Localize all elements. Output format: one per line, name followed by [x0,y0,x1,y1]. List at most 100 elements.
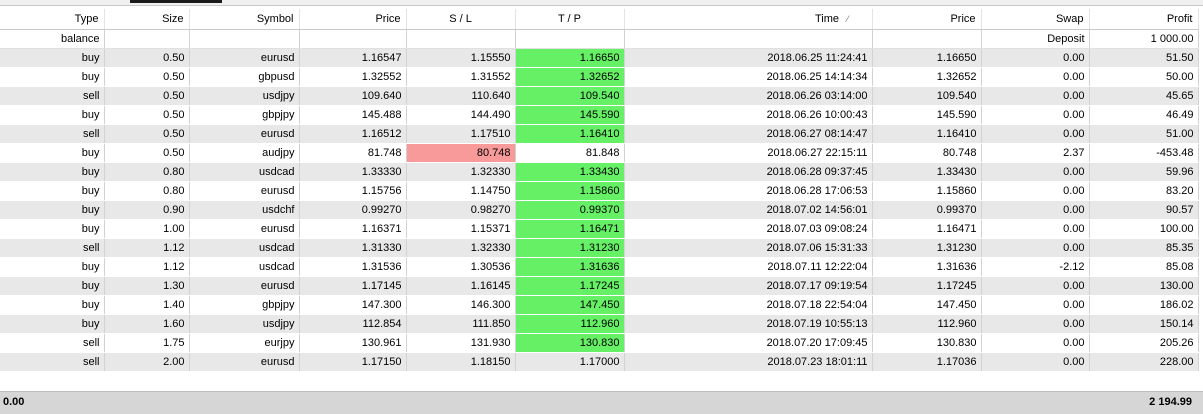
cell-type: buy [0,257,105,277]
trade-row[interactable]: sell 1.75 eurjpy 130.961 131.930 130.830 2018.… [0,333,1199,353]
cell-symbol: eurusd [189,124,300,144]
cell-swap: 0.00 [981,67,1090,87]
cell-close-time: 2018.07.20 17:09:45 [624,333,873,353]
cell-symbol: audjpy [189,143,300,163]
cell-swap: 0.00 [981,48,1090,68]
header-tp[interactable]: T / P [515,9,625,30]
cell-profit: 228.00 [1089,352,1199,372]
trade-row[interactable]: sell 2.00 eurusd 1.17150 1.18150 1.17000 2018.… [0,352,1199,372]
cell-take-profit: 1.15860 [515,181,625,201]
cell-take-profit: 112.960 [515,314,625,334]
trade-row[interactable]: buy 0.50 audjpy 81.748 80.748 81.848 2018.06.2… [0,143,1199,163]
cell-swap: 0.00 [981,219,1090,239]
header-swap[interactable]: Swap [981,9,1090,30]
header-sl[interactable]: S / L [406,9,516,30]
totals-bar: 0.00 2 194.99 [0,391,1203,414]
trade-row[interactable]: sell 0.50 usdjpy 109.640 110.640 109.540 2018.… [0,86,1199,106]
cell-profit: 85.35 [1089,238,1199,258]
cell-stop-loss: 80.748 [406,143,516,163]
trade-row[interactable]: buy 0.80 eurusd 1.15756 1.14750 1.15860 2018.0… [0,181,1199,201]
cell-close-price: 109.540 [872,86,982,106]
cell-symbol: usdchf [189,200,300,220]
cell-close-time: 2018.07.18 22:54:04 [624,295,873,315]
trade-row[interactable]: sell 0.50 eurusd 1.16512 1.17510 1.16410 2018.… [0,124,1199,144]
cell-stop-loss: 1.15371 [406,219,516,239]
cell-stop-loss: 1.14750 [406,181,516,201]
header-time[interactable]: Time ⁄ [624,9,873,30]
cell-stop-loss: 1.16145 [406,276,516,296]
cell-take-profit: 1.31636 [515,257,625,277]
cell-type: buy [0,276,105,296]
balance-empty-cell [872,29,982,49]
header-size[interactable]: Size [104,9,190,30]
cell-close-price: 1.15860 [872,181,982,201]
cell-open-price: 0.99270 [299,200,407,220]
table-header-row: Type Size Symbol Price S / L T / P Time ⁄… [0,9,1199,30]
cell-swap: 2.37 [981,143,1090,163]
cell-size: 0.50 [104,143,190,163]
header-close-price[interactable]: Price [872,9,982,30]
trade-row[interactable]: buy 0.50 gbpusd 1.32552 1.31552 1.32652 2018.0… [0,67,1199,87]
cell-open-price: 1.31330 [299,238,407,258]
cell-size: 0.90 [104,200,190,220]
balance-empty-cell [406,29,516,49]
cell-take-profit: 1.17000 [515,352,625,372]
cell-type: sell [0,124,105,144]
trade-row[interactable]: buy 1.40 gbpjpy 147.300 146.300 147.450 2018.0… [0,295,1199,315]
cell-open-price: 109.640 [299,86,407,106]
cell-take-profit: 145.590 [515,105,625,125]
trade-row[interactable]: buy 1.12 usdcad 1.31536 1.30536 1.31636 2018.0… [0,257,1199,277]
cell-profit: 45.65 [1089,86,1199,106]
cell-close-time: 2018.07.11 12:22:04 [624,257,873,277]
cell-symbol: eurusd [189,276,300,296]
cell-open-price: 130.961 [299,333,407,353]
cell-take-profit: 109.540 [515,86,625,106]
cell-stop-loss: 110.640 [406,86,516,106]
cell-close-price: 1.32652 [872,67,982,87]
cell-close-price: 0.99370 [872,200,982,220]
balance-row[interactable]: balance Deposit 1 000.00 [0,29,1199,49]
cell-type: buy [0,143,105,163]
cell-take-profit: 1.33430 [515,162,625,182]
trade-row[interactable]: buy 1.00 eurusd 1.16371 1.15371 1.16471 2018.0… [0,219,1199,239]
cell-open-price: 1.17150 [299,352,407,372]
header-profit[interactable]: Profit [1089,9,1199,30]
trade-row[interactable]: buy 0.50 eurusd 1.16547 1.15550 1.16650 2018.0… [0,48,1199,68]
cell-profit: 59.96 [1089,162,1199,182]
cell-stop-loss: 131.930 [406,333,516,353]
cell-open-price: 1.15756 [299,181,407,201]
cell-swap: 0.00 [981,162,1090,182]
cell-type: buy [0,219,105,239]
balance-empty-cell [104,29,190,49]
cell-size: 0.50 [104,48,190,68]
cell-open-price: 1.16547 [299,48,407,68]
cell-swap: 0.00 [981,295,1090,315]
trade-row[interactable]: buy 1.60 usdjpy 112.854 111.850 112.960 2018.0… [0,314,1199,334]
cell-take-profit: 1.32652 [515,67,625,87]
balance-empty-cell [189,29,300,49]
cell-symbol: usdjpy [189,86,300,106]
header-symbol[interactable]: Symbol [189,9,300,30]
cell-open-price: 81.748 [299,143,407,163]
cell-symbol: eurusd [189,219,300,239]
trade-row[interactable]: sell 1.12 usdcad 1.31330 1.32330 1.31230 2018.… [0,238,1199,258]
cell-size: 1.30 [104,276,190,296]
trade-row[interactable]: buy 0.80 usdcad 1.33330 1.32330 1.33430 2018.0… [0,162,1199,182]
cell-type: sell [0,352,105,372]
trade-row[interactable]: buy 1.30 eurusd 1.17145 1.16145 1.17245 2018.0… [0,276,1199,296]
cell-symbol: usdcad [189,162,300,182]
cell-take-profit: 81.848 [515,143,625,163]
cell-profit: 50.00 [1089,67,1199,87]
cell-size: 0.50 [104,86,190,106]
cell-close-time: 2018.06.27 22:15:11 [624,143,873,163]
cell-close-time: 2018.07.17 09:19:54 [624,276,873,296]
cell-profit: 51.50 [1089,48,1199,68]
cell-size: 1.00 [104,219,190,239]
cell-type: buy [0,181,105,201]
cell-close-time: 2018.07.03 09:08:24 [624,219,873,239]
header-type[interactable]: Type [0,9,105,30]
trade-row[interactable]: buy 0.50 gbpjpy 145.488 144.490 145.590 2018.0… [0,105,1199,125]
trade-row[interactable]: buy 0.90 usdchf 0.99270 0.98270 0.99370 2018.0… [0,200,1199,220]
cell-type: sell [0,238,105,258]
header-price[interactable]: Price [299,9,407,30]
